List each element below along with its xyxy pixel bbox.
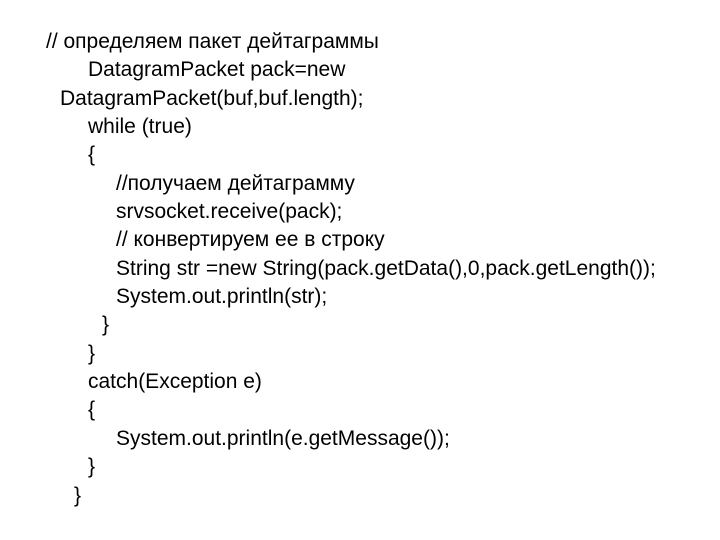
code-line: catch(Exception e) <box>46 368 674 396</box>
code-line: System.out.println(str); <box>46 283 674 311</box>
code-line: String str =new String(pack.getData(),0,… <box>46 255 674 283</box>
code-line: } <box>46 482 674 510</box>
code-line: // конвертируем ее в строку <box>46 226 674 254</box>
code-line: } <box>46 311 674 339</box>
code-line: srvsocket.receive(pack); <box>46 198 674 226</box>
code-line: while (true) <box>46 113 674 141</box>
slide: // определяем пакет дейтаграммы Datagram… <box>0 0 720 510</box>
code-line: { <box>46 396 674 424</box>
code-line: { <box>46 141 674 169</box>
code-line: DatagramPacket pack=new <box>46 56 674 84</box>
code-line: //получаем дейтаграмму <box>46 170 674 198</box>
code-line: } <box>46 453 674 481</box>
code-line: DatagramPacket(buf,buf.length); <box>46 85 674 113</box>
code-line: System.out.println(e.getMessage()); <box>46 425 674 453</box>
code-line: } <box>46 340 674 368</box>
code-line: // определяем пакет дейтаграммы <box>46 28 674 56</box>
